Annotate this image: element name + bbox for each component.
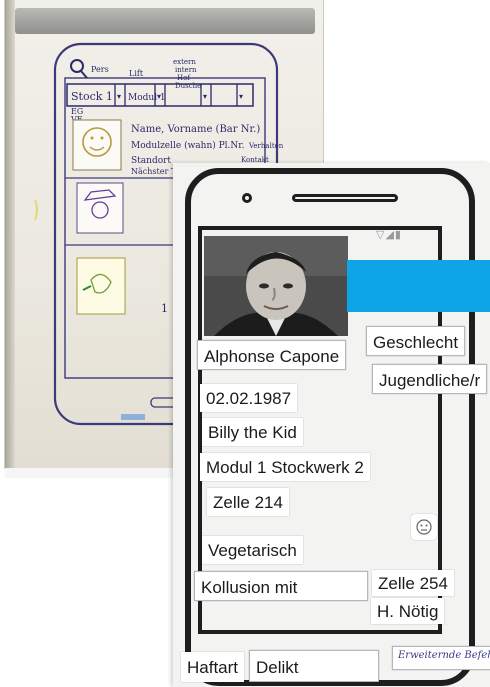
sketch-label-lift: Lift [129,69,144,78]
sketch-portrait-3 [76,257,126,315]
inmate-portrait-photo [204,236,348,336]
camera-icon [242,193,252,203]
sketch-stock: Stock 1 [71,90,113,103]
gender-label: Geschlecht [366,326,466,356]
sketch-margin-number: 1 [161,302,168,315]
svg-text:▾: ▾ [239,92,243,101]
svg-text:▾: ▾ [203,92,207,101]
extended-commands-note: Erweiternde Befehle [392,646,490,670]
name-label: Alphonse Capone [197,340,347,370]
smiley-icon [416,519,432,535]
collusion-name-label: H. Nötig [371,598,445,624]
location-label: Modul 1 Stockwerk 2 [200,453,370,481]
sketch-label-intern: intern [175,66,197,74]
sketch-label-dusche: Dusche [175,82,201,90]
dropdown-arrow-icon: ▾ [117,92,121,101]
magnifier-icon [70,59,88,79]
sketch-line-standort: Standort [131,156,171,166]
sketch-line-name: Name, Vorname (Bar Nr.) [131,124,260,135]
diet-label: Vegetarisch [202,536,303,564]
accent-blue-bar [347,260,490,312]
status-bar: ▽◢▮ [376,229,402,241]
sketch-logo-strip [121,414,145,420]
collusion-cell-label: Zelle 254 [372,570,454,596]
offense-label: Delikt [249,650,379,682]
smiley-sticker [411,514,437,540]
birthdate-label: 02.02.1987 [200,384,298,412]
sketch-note-verhalten: Verhalten [248,142,284,150]
sketch-label-extern: extern [173,58,196,66]
collusion-label: Kollusion mit [194,571,368,601]
sketch-label-pers: Pers [91,65,109,74]
sketch-label-hof: Hof [177,74,191,82]
portrait-illustration [204,236,348,336]
sketch-line-modul: Modulzelle (wahn) Pl.Nr. [131,140,245,151]
detention-type-label: Haftart [181,652,245,682]
svg-text:▾: ▾ [157,92,161,101]
alias-label: Billy the Kid [202,418,303,446]
age-group-label: Jugendliche/r [372,364,488,394]
cell-label: Zelle 214 [207,488,289,516]
speaker-slot [292,194,398,202]
